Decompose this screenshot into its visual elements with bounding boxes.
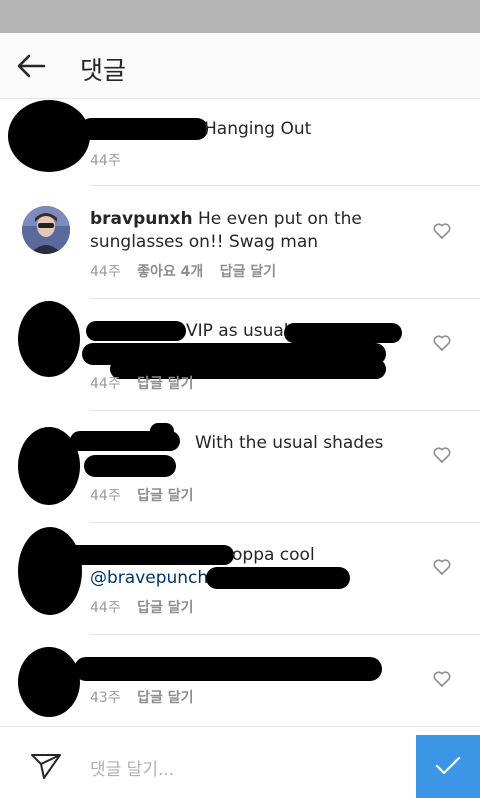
comment-item: 43주 답글 달기 [0,635,480,726]
reply-button[interactable]: 답글 달기 [137,600,193,616]
page-title: 댓글 [80,56,127,85]
comment-meta: 44주 답글 달기 [90,485,206,505]
comment-item: Hanging Out 44주 [0,98,480,186]
comment-time: 44주 [90,376,121,392]
send-icon[interactable] [30,752,62,780]
comment-item: oppa cool @bravepunch 44주 답글 달기 [0,523,480,635]
comment-time: 43주 [90,690,121,706]
status-bar [0,0,480,33]
redacted-avatar [8,100,90,172]
comment-text: Hanging Out [204,119,312,139]
redacted-avatar [18,527,82,615]
heart-icon[interactable] [433,447,451,463]
redacted-username [64,545,234,565]
heart-icon[interactable] [433,335,451,351]
comment-time: 44주 [90,264,121,280]
comment-body-line2: sunglasses on!! Swag man [90,232,319,252]
redacted-username [86,321,186,341]
comment-body-line1: He even put on the [197,209,362,229]
likes-count[interactable]: 좋아요 4개 [137,264,203,280]
comment-input[interactable]: 댓글 달기... [90,755,174,780]
reply-button[interactable]: 답글 달기 [137,690,193,706]
reply-button[interactable]: 답글 달기 [220,264,276,280]
reply-button[interactable]: 답글 달기 [137,376,193,392]
redacted-avatar [18,647,80,717]
comment-time: 44주 [90,153,121,169]
comment-item: VIP as usual 44주 답글 달기 [0,299,480,411]
comment-mention[interactable]: @bravepunch [90,567,208,590]
comment-meta: 44주 답글 달기 [90,597,206,617]
comment-text: oppa cool [232,545,315,565]
comment-username[interactable]: bravpunxh [90,209,193,229]
comment-text: VIP as usual [186,321,289,341]
header: 댓글 [0,33,480,99]
back-arrow-icon[interactable] [16,53,46,79]
heart-icon[interactable] [433,223,451,239]
avatar-photo [22,206,70,254]
reply-button[interactable]: 답글 달기 [137,488,193,504]
avatar[interactable] [22,206,70,254]
comment-item: bravpunxh He even put on the sunglasses … [0,187,480,299]
comment-meta: 43주 답글 달기 [90,687,206,707]
comment-time: 44주 [90,600,121,616]
redacted-username [74,657,382,681]
redacted-text [84,455,176,477]
comment-meta: 44주 좋아요 4개 답글 달기 [90,261,288,281]
comment-text: bravpunxh He even put on the [90,208,362,231]
comment-time: 44주 [90,488,121,504]
comment-item: With the usual shades 44주 답글 달기 [0,411,480,523]
heart-icon[interactable] [433,671,451,687]
redacted-text [284,323,402,343]
redacted-avatar [18,301,80,377]
divider [90,185,480,186]
comment-meta: 44주 답글 달기 [90,373,206,393]
comment-composer: 댓글 달기... [0,726,480,798]
redacted-text [206,567,350,589]
heart-icon[interactable] [433,559,451,575]
post-button[interactable] [416,735,480,798]
redacted-username [80,118,208,140]
comment-meta: 44주 [90,150,133,170]
comment-text: With the usual shades [195,433,384,453]
check-icon [435,756,461,775]
redacted-username [150,423,174,439]
